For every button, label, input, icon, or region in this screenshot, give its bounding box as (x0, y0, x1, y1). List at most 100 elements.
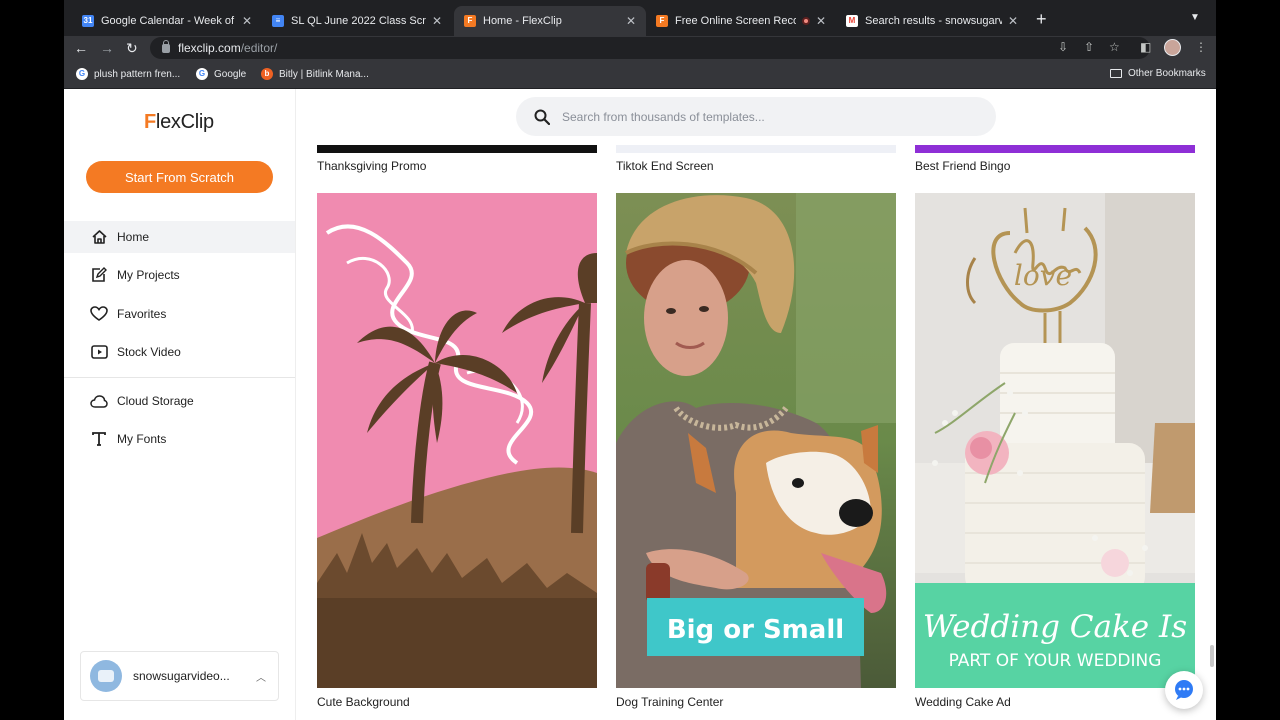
bitly-icon: b (261, 68, 273, 80)
back-icon[interactable]: ← (74, 39, 88, 57)
calendar-icon: 31 (82, 15, 94, 27)
template-thumbnail: love Wedding Cake Is PART OF YOUR WEDDIN… (915, 193, 1195, 688)
sidebar-item-label: Favorites (117, 307, 167, 321)
chat-button[interactable] (1165, 671, 1203, 709)
bookmarks-bar: G plush pattern fren... G Google b Bitly… (64, 60, 1216, 89)
other-bookmarks[interactable]: Other Bookmarks (1110, 68, 1206, 79)
close-icon[interactable]: ✕ (1008, 14, 1018, 28)
font-icon (89, 429, 109, 449)
video-icon (89, 342, 109, 362)
bookmark-item[interactable]: G Google (196, 68, 246, 80)
browser-toolbar: ← → ↻ flexclip.com/editor/ ⇩ ⇧ ☆ ◧ ⋮ (64, 36, 1216, 60)
template-overlay-text: Big or Small (667, 615, 844, 645)
flexclip-icon: F (656, 15, 668, 27)
flexclip-logo[interactable]: FlexClip (144, 111, 214, 134)
profile-avatar[interactable] (1164, 39, 1181, 56)
sidebar-divider (64, 377, 295, 378)
template-card-dog-training-center[interactable]: Big or Small (616, 193, 896, 688)
address-bar[interactable]: flexclip.com/editor/ (150, 37, 1150, 59)
search-input[interactable]: Search from thousands of templates... (562, 110, 765, 124)
template-overlay-subtext: PART OF YOUR WEDDING (949, 651, 1162, 671)
sidebar-item-label: Stock Video (117, 345, 181, 359)
sidebar-item-label: Home (117, 230, 150, 244)
new-tab-button[interactable]: + (1036, 10, 1047, 28)
forward-icon[interactable]: → (100, 39, 114, 57)
close-icon[interactable]: ✕ (816, 14, 826, 28)
chat-icon (1175, 680, 1193, 700)
tab-title: Free Online Screen Record (675, 15, 796, 27)
sidebar-item-label: My Projects (117, 268, 180, 282)
template-thumbnail: Big or Small (616, 193, 896, 688)
sidebar-item-stock-video[interactable]: Stock Video (64, 336, 295, 368)
recording-icon (801, 17, 810, 25)
close-icon[interactable]: ✕ (626, 14, 636, 28)
start-from-scratch-button[interactable]: Start From Scratch (86, 161, 273, 193)
close-icon[interactable]: ✕ (242, 14, 252, 28)
flexclip-page: FlexClip Start From Scratch Home My Proj… (64, 89, 1216, 720)
flexclip-icon: F (464, 15, 476, 27)
sidebar: FlexClip Start From Scratch Home My Proj… (64, 89, 296, 720)
bookmark-item[interactable]: G plush pattern fren... (76, 68, 180, 80)
bookmark-label: Google (214, 68, 247, 80)
close-icon[interactable]: ✕ (432, 14, 442, 28)
browser-tab[interactable]: M Search results - snowsugarvid ✕ (836, 6, 1028, 36)
template-card-cute-background[interactable] (317, 193, 597, 688)
bookmark-label: Bitly | Bitlink Mana... (279, 68, 369, 80)
template-title[interactable]: Cute Background (317, 695, 410, 709)
template-title[interactable]: Dog Training Center (616, 695, 723, 709)
other-bookmarks-label: Other Bookmarks (1128, 68, 1206, 79)
template-title[interactable]: Best Friend Bingo (915, 159, 1010, 173)
home-icon (89, 227, 109, 247)
search-icon (534, 109, 550, 125)
template-search[interactable]: Search from thousands of templates... (516, 97, 996, 136)
sidebar-item-home[interactable]: Home (64, 221, 295, 253)
account-switcher[interactable]: snowsugarvideo... ︿ (80, 651, 279, 701)
tab-title: Google Calendar - Week of Ma (101, 15, 236, 27)
template-title[interactable]: Wedding Cake Ad (915, 695, 1011, 709)
sidebar-item-my-projects[interactable]: My Projects (64, 259, 295, 291)
sidebar-item-my-fonts[interactable]: My Fonts (64, 423, 295, 455)
menu-icon[interactable]: ⋮ (1195, 40, 1207, 54)
install-icon[interactable]: ⇩ (1058, 40, 1068, 54)
url-host: flexclip.com (178, 41, 241, 55)
edit-icon (89, 265, 109, 285)
share-icon[interactable]: ⇧ (1084, 40, 1094, 54)
sidebar-item-favorites[interactable]: Favorites (64, 298, 295, 330)
sidebar-item-label: Cloud Storage (117, 394, 194, 408)
template-card-wedding-cake-ad[interactable]: love Wedding Cake Is PART OF YOUR WEDDIN… (915, 193, 1195, 688)
tab-search-icon[interactable]: ▼ (1190, 12, 1200, 23)
screen: 31 Google Calendar - Week of Ma ✕ ≡ SL Q… (64, 0, 1216, 720)
template-thumbnail[interactable] (915, 145, 1195, 153)
cake-topper-text: love (1014, 259, 1072, 292)
sidebar-item-label: My Fonts (117, 432, 167, 446)
google-icon: G (76, 68, 88, 80)
bookmark-label: plush pattern fren... (94, 68, 181, 80)
lock-icon (162, 39, 170, 53)
tab-title: SL QL June 2022 Class Script (291, 15, 426, 27)
browser-tab-active[interactable]: F Home - FlexClip ✕ (454, 6, 646, 36)
chevron-up-icon: ︿ (256, 672, 266, 684)
reload-icon[interactable]: ↻ (126, 39, 138, 57)
template-overlay-text: Wedding Cake Is (923, 609, 1187, 645)
google-icon: G (196, 68, 208, 80)
browser-tab[interactable]: ≡ SL QL June 2022 Class Script ✕ (262, 6, 452, 36)
docs-icon: ≡ (272, 15, 284, 27)
template-title[interactable]: Tiktok End Screen (616, 159, 714, 173)
account-name: snowsugarvideo... (133, 669, 230, 683)
avatar (90, 660, 122, 692)
url-path: /editor/ (240, 41, 278, 55)
folder-icon (1110, 69, 1122, 78)
browser-tab[interactable]: F Free Online Screen Record ✕ (646, 6, 836, 36)
star-icon[interactable]: ☆ (1109, 40, 1120, 54)
gmail-icon: M (846, 15, 858, 27)
scrollbar[interactable] (1210, 645, 1214, 667)
bookmark-item[interactable]: b Bitly | Bitlink Mana... (261, 68, 369, 80)
template-thumbnail[interactable] (317, 145, 597, 153)
template-thumbnail[interactable] (616, 145, 896, 153)
side-panel-icon[interactable]: ◧ (1140, 40, 1151, 54)
template-title[interactable]: Thanksgiving Promo (317, 159, 426, 173)
browser-tab[interactable]: 31 Google Calendar - Week of Ma ✕ (72, 6, 262, 36)
template-thumbnail (317, 193, 597, 688)
sidebar-item-cloud-storage[interactable]: Cloud Storage (64, 385, 295, 417)
browser-tab-strip: 31 Google Calendar - Week of Ma ✕ ≡ SL Q… (64, 0, 1216, 36)
